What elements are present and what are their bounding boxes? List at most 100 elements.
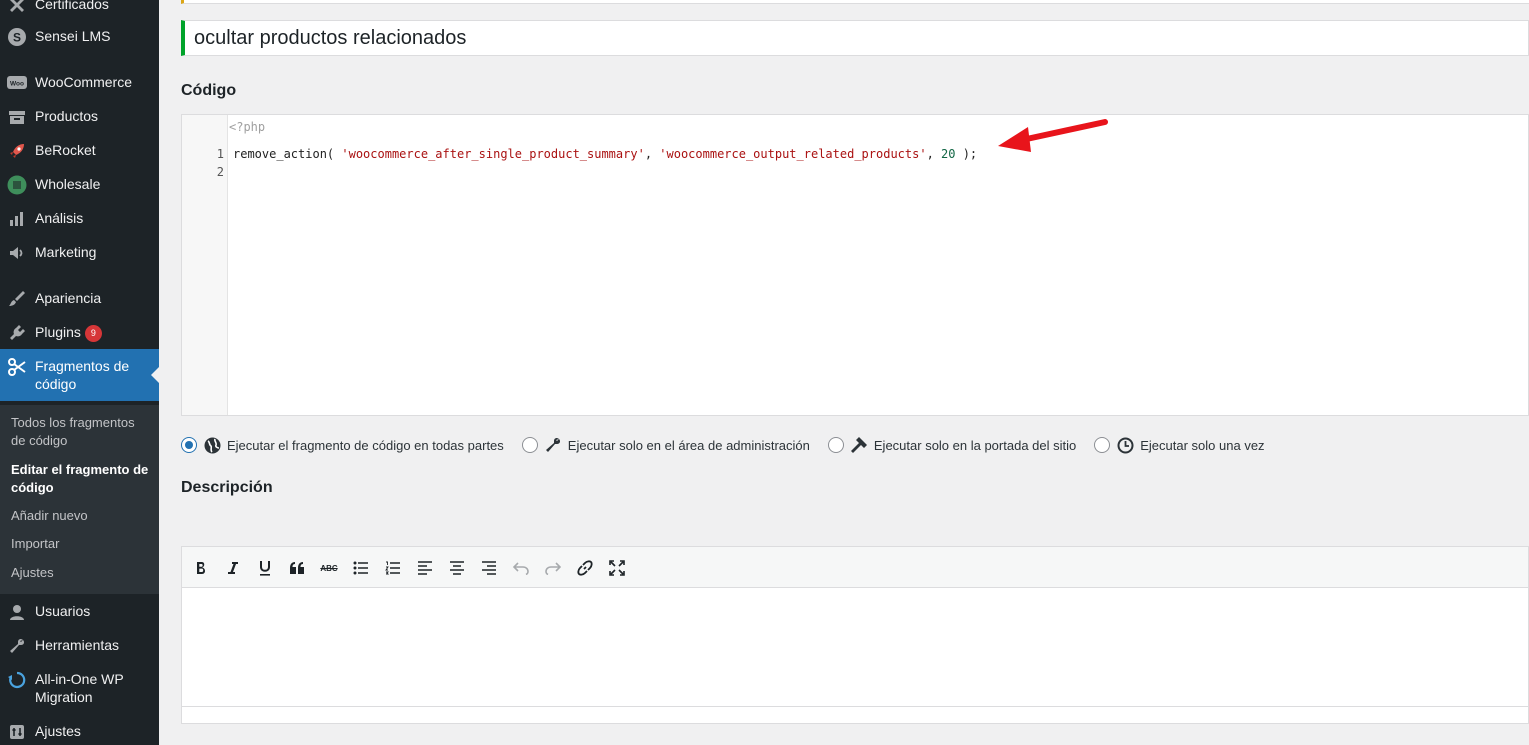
wrench-icon — [544, 436, 562, 454]
italic-icon[interactable] — [222, 558, 244, 578]
strikethrough-icon[interactable]: ABC — [318, 558, 340, 578]
radio-button[interactable] — [1094, 437, 1111, 453]
sidebar-item-label: Herramientas — [35, 637, 120, 653]
migration-icon — [6, 670, 28, 690]
bold-icon[interactable] — [190, 558, 212, 578]
scope-everywhere[interactable]: Ejecutar el fragmento de código en todas… — [181, 436, 504, 454]
code-string: 'woocommerce_after_single_product_summar… — [341, 147, 645, 161]
bullet-list-icon[interactable] — [350, 558, 372, 578]
sidebar-item-label: Marketing — [35, 244, 97, 260]
products-icon — [6, 107, 28, 127]
submenu-ajustes[interactable]: Ajustes — [11, 564, 151, 582]
sidebar-item-label: Certificados — [35, 0, 109, 12]
code-string: 'woocommerce_output_related_products' — [659, 147, 927, 161]
sidebar-item-fragmentos[interactable]: Fragmentos de código — [0, 349, 159, 401]
woocommerce-icon: Woo — [6, 73, 28, 93]
sidebar-item-label: Fragmentos de código — [35, 358, 130, 392]
align-center-icon[interactable] — [446, 558, 468, 578]
sidebar-item-plugins[interactable]: Plugins 9 — [0, 323, 159, 343]
align-left-icon[interactable] — [414, 558, 436, 578]
sidebar-item-woocommerce[interactable]: Woo WooCommerce — [0, 73, 159, 93]
scope-frontend[interactable]: Ejecutar solo en la portada del sitio — [827, 436, 1077, 454]
snippet-title-input[interactable]: ocultar productos relacionados — [181, 20, 1529, 56]
code-heading: Código — [181, 82, 237, 99]
sidebar-item-analisis[interactable]: Análisis — [0, 209, 159, 229]
settings-icon — [6, 722, 28, 742]
sidebar-item-label: All-in-One WP Migration — [35, 671, 124, 705]
radio-button[interactable] — [521, 437, 538, 453]
line-number: 2 — [216, 165, 224, 179]
wholesale-icon — [6, 175, 28, 195]
megaphone-icon — [6, 243, 28, 263]
sidebar-item-berocket[interactable]: BeRocket — [0, 141, 159, 161]
sidebar-item-wholesale[interactable]: Wholesale — [0, 175, 159, 195]
sidebar-item-ajustes[interactable]: Ajustes — [0, 722, 159, 742]
sidebar-item-label: Apariencia — [35, 290, 102, 306]
php-open-tag: <?php — [229, 120, 266, 134]
sidebar-item-productos[interactable]: Productos — [0, 107, 159, 127]
code-punct: , — [926, 147, 942, 161]
redo-icon[interactable] — [542, 558, 564, 578]
code-number: 20 — [941, 147, 956, 161]
plugin-icon — [6, 323, 28, 343]
svg-text:S: S — [13, 31, 21, 45]
sidebar-item-usuarios[interactable]: Usuarios — [0, 602, 159, 622]
blockquote-icon[interactable] — [286, 558, 308, 578]
underline-icon[interactable] — [254, 558, 276, 578]
radio-button[interactable] — [827, 437, 844, 453]
sidebar-item-label-wrap: Plugins 9 — [35, 323, 159, 342]
sidebar-item-marketing[interactable]: Marketing — [0, 243, 159, 263]
globe-icon — [203, 436, 221, 454]
description-heading: Descripción — [181, 479, 273, 496]
sidebar-item-label: Usuarios — [35, 603, 91, 619]
editor-statusbar — [182, 706, 1528, 723]
code-punct: , — [644, 147, 660, 161]
undo-icon[interactable] — [510, 558, 532, 578]
brush-icon — [6, 289, 28, 309]
sidebar-item-label: BeRocket — [35, 142, 96, 158]
submenu-importar[interactable]: Importar — [11, 535, 151, 553]
code-line-1[interactable]: remove_action( 'woocommerce_after_single… — [233, 147, 977, 161]
submenu-anadir-nuevo[interactable]: Añadir nuevo — [11, 507, 151, 525]
sidebar-item-sensei-lms[interactable]: S Sensei LMS — [0, 27, 159, 47]
main-content: ocultar productos relacionados Código <?… — [159, 0, 1529, 745]
submenu-fragmentos: Todos los fragmentos de código Editar el… — [0, 405, 159, 594]
submenu-editar-fragmento[interactable]: Editar el fragmento de código — [11, 461, 151, 497]
sensei-icon: S — [6, 27, 28, 47]
clock-icon — [1116, 436, 1134, 454]
sidebar-item-label: Ajustes — [35, 723, 81, 739]
sidebar-item-herramientas[interactable]: Herramientas — [0, 636, 159, 656]
chart-icon — [6, 209, 28, 229]
submenu-todos-fragmentos[interactable]: Todos los fragmentos de código — [11, 414, 151, 450]
scope-admin[interactable]: Ejecutar solo en el área de administraci… — [521, 436, 810, 454]
sidebar-item-label: WooCommerce — [35, 74, 132, 90]
align-right-icon[interactable] — [478, 558, 500, 578]
active-menu-pointer — [151, 367, 159, 383]
sidebar-item-label: Wholesale — [35, 176, 101, 192]
sidebar-item-all-in-one-migration[interactable]: All-in-One WP Migration — [0, 670, 159, 708]
sidebar-item-apariencia[interactable]: Apariencia — [0, 289, 159, 309]
wrench-icon — [6, 636, 28, 656]
rocket-icon — [6, 141, 28, 161]
link-icon[interactable] — [574, 558, 596, 578]
editor-toolbar: ABC — [182, 547, 1528, 588]
numbered-list-icon[interactable] — [382, 558, 404, 578]
description-editor: ABC — [181, 546, 1529, 724]
scope-options: Ejecutar el fragmento de código en todas… — [181, 434, 1283, 456]
line-number: 1 — [216, 147, 224, 161]
scope-label: Ejecutar solo en el área de administraci… — [567, 437, 810, 453]
svg-text:Woo: Woo — [10, 81, 24, 88]
admin-notice — [181, 0, 1529, 4]
certificate-icon — [6, 0, 28, 15]
scope-once[interactable]: Ejecutar solo una vez — [1094, 436, 1265, 454]
radio-button[interactable] — [181, 437, 197, 453]
sidebar-item-label: Análisis — [35, 210, 84, 226]
sidebar-item-certificados[interactable]: Certificados — [0, 0, 159, 15]
fullscreen-icon[interactable] — [606, 558, 628, 578]
code-editor[interactable]: <?php 1 2 remove_action( 'woocommerce_af… — [181, 114, 1529, 416]
sidebar-item-label: Plugins — [35, 324, 81, 340]
scope-label: Ejecutar el fragmento de código en todas… — [227, 437, 504, 453]
user-icon — [6, 602, 28, 622]
hammer-icon — [850, 436, 868, 454]
scope-label: Ejecutar solo en la portada del sitio — [873, 437, 1077, 453]
